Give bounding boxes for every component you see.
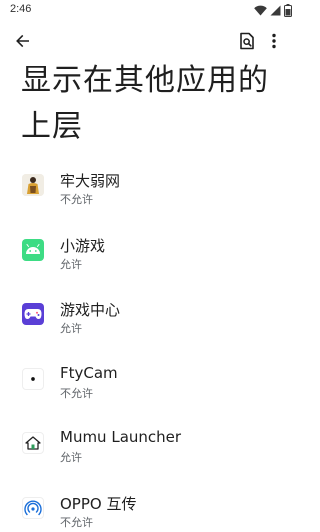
app-bar [0,28,300,60]
gamepad-app-icon [22,303,44,325]
android-app-icon [22,238,44,261]
app-list: 牢大弱网 不允许 小游戏 允许 游戏中心 允许 FtyCam 不允许 Mumu … [0,160,300,532]
list-item-mumu-launcher[interactable]: Mumu Launcher 允许 [0,418,300,483]
oppo-share-app-icon [22,496,44,519]
app-permission-status: 允许 [60,322,82,335]
page-title: 显示在其他应用的上层 [21,63,269,144]
ladarou-app-icon [22,174,44,196]
app-permission-status: 不允许 [60,386,93,400]
list-item-game-center[interactable]: 游戏中心 允许 [0,289,300,354]
app-name: 牢大弱网 [60,172,121,190]
status-icons [254,3,292,17]
app-name: 小游戏 [60,236,106,255]
back-button[interactable] [9,29,37,57]
status-bar: 2:46 [0,0,300,22]
app-name: OPPO 互传 [60,494,137,513]
app-name: Mumu Launcher [60,428,182,446]
search-settings-button[interactable] [233,29,261,57]
app-permission-status: 允许 [60,257,82,271]
search-settings-icon [239,32,255,54]
app-permission-status: 允许 [60,451,82,464]
list-item-ftycam[interactable]: FtyCam 不允许 [0,354,300,419]
ftycam-app-icon [22,367,44,390]
screen: 2:46 显示在其他应用的上层 牢大弱网 不允许 小游戏 允许 游戏中心 允许 … [0,0,300,532]
status-time: 2:46 [10,3,32,15]
app-name: FtyCam [60,363,118,382]
battery-icon [284,3,292,17]
more-vert-icon [272,33,276,53]
list-item-ladarou[interactable]: 牢大弱网 不允许 [0,160,300,225]
arrow-back-icon [15,33,31,53]
signal-icon [270,5,281,16]
list-item-mini-games[interactable]: 小游戏 允许 [0,225,300,290]
list-item-oppo-share[interactable]: OPPO 互传 不允许 [0,483,300,532]
wifi-icon [254,5,267,16]
more-options-button[interactable] [260,29,288,57]
app-permission-status: 不允许 [60,193,93,206]
app-permission-status: 不允许 [60,515,93,529]
home-app-icon [22,432,44,454]
app-name: 游戏中心 [60,301,121,319]
